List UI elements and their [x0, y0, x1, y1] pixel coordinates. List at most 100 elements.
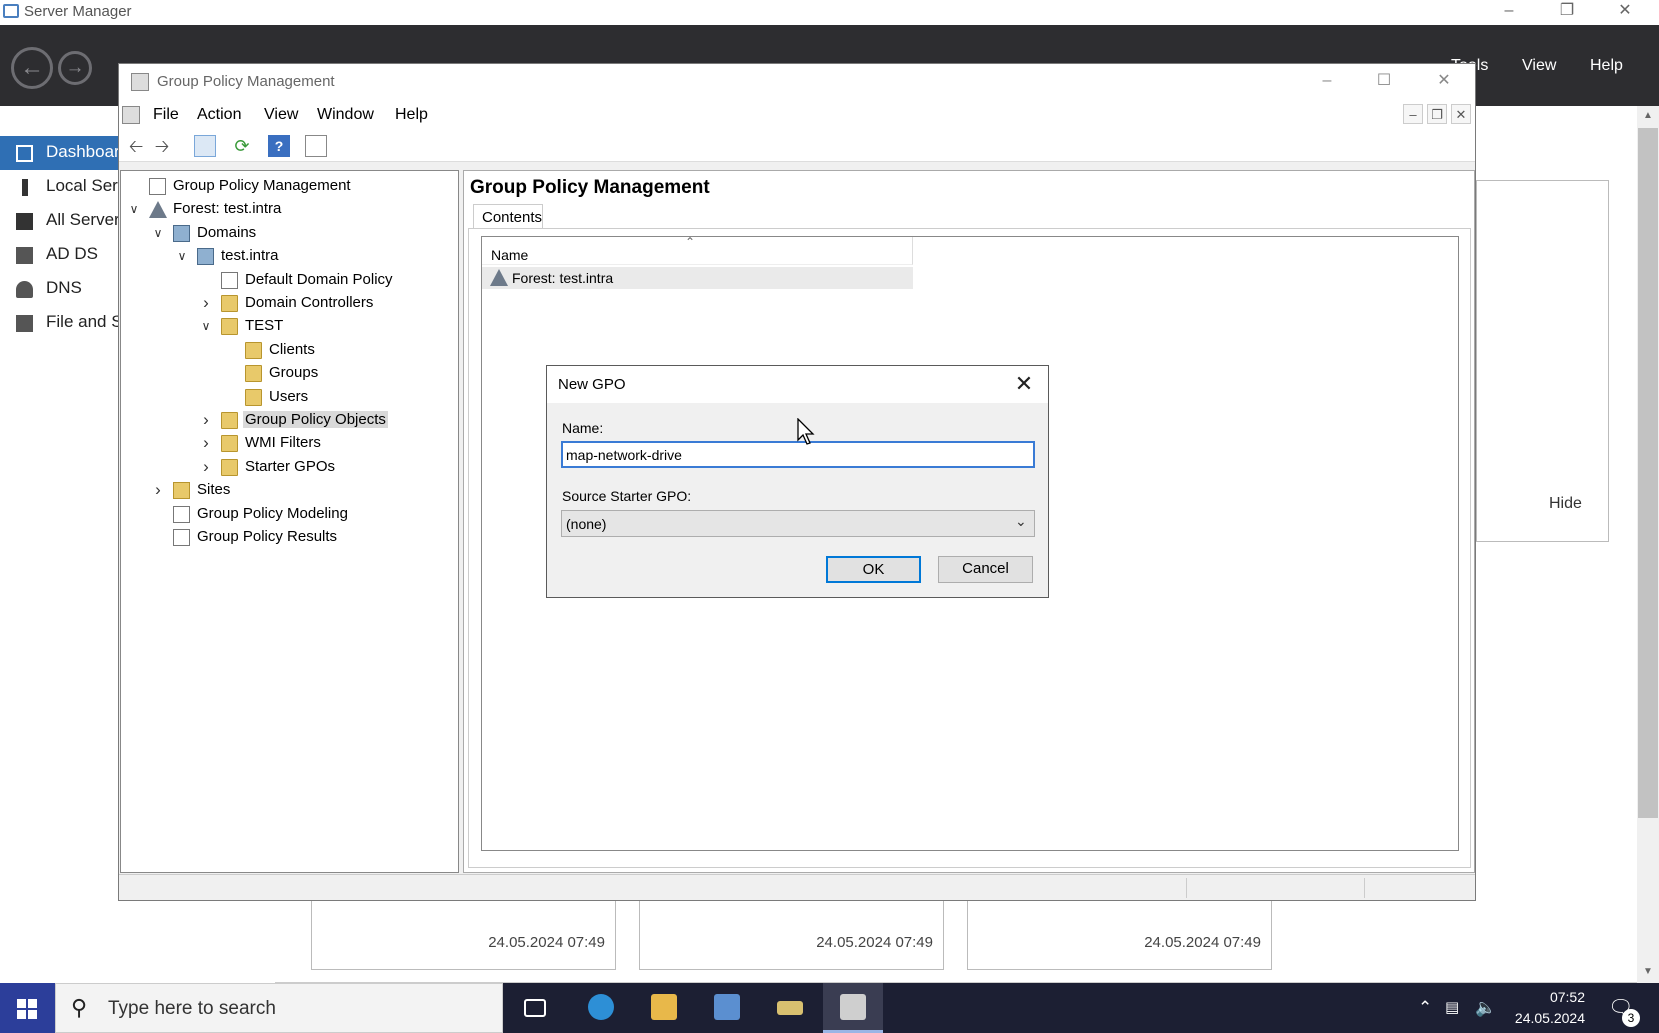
- content-title: Group Policy Management: [470, 177, 710, 198]
- tree-item-starter-gpos[interactable]: › Starter GPOs: [121, 456, 451, 479]
- tree-item-group-policy-modeling[interactable]: Group Policy Modeling: [121, 503, 451, 526]
- cancel-button[interactable]: Cancel: [938, 556, 1033, 583]
- tree-item-users[interactable]: Users: [121, 386, 451, 409]
- task-view-button[interactable]: [505, 983, 565, 1033]
- clock-time[interactable]: 07:52: [1497, 989, 1585, 1005]
- back-icon[interactable]: 🡠: [125, 135, 147, 157]
- tree-item-forest-test-intra[interactable]: ∨ Forest: test.intra: [121, 198, 451, 221]
- server-manager-scrollbar[interactable]: ▲ ▼: [1637, 106, 1659, 983]
- gpmc-window-title: Group Policy Management: [157, 73, 335, 90]
- selected-value: (none): [566, 516, 607, 532]
- menu-view[interactable]: View: [1522, 57, 1556, 75]
- chevron-right-icon[interactable]: ›: [151, 481, 165, 498]
- menu-view[interactable]: View: [264, 106, 298, 124]
- mouse-cursor-icon: [797, 418, 815, 445]
- menu-window[interactable]: Window: [317, 106, 374, 124]
- show-hide-console-tree-icon[interactable]: [194, 135, 216, 157]
- forward-icon[interactable]: →: [58, 51, 92, 85]
- chevron-right-icon[interactable]: ›: [199, 434, 213, 451]
- column-header-label: Name: [491, 247, 529, 263]
- chevron-right-icon[interactable]: ›: [199, 294, 213, 311]
- notification-badge: 3: [1622, 1009, 1640, 1027]
- scroll-up-icon[interactable]: ▲: [1643, 110, 1653, 121]
- server-manager-side-panel: [1476, 180, 1609, 542]
- chevron-down-icon[interactable]: ∨: [127, 202, 141, 216]
- child-restore-icon[interactable]: ❐: [1427, 104, 1447, 124]
- nav-dns[interactable]: DNS: [0, 272, 120, 306]
- close-icon[interactable]: ✕: [1602, 0, 1648, 25]
- console-tree[interactable]: Group Policy Management ∨ Forest: test.int…: [120, 170, 459, 873]
- back-icon[interactable]: ←: [11, 47, 53, 89]
- folder-icon: [651, 994, 677, 1020]
- start-button[interactable]: [0, 983, 55, 1033]
- tree-item-test-intra[interactable]: ∨ test.intra: [121, 245, 451, 268]
- tree-item-wmi-filters[interactable]: › WMI Filters: [121, 432, 451, 455]
- tree-item-domain-controllers[interactable]: › Domain Controllers: [121, 292, 451, 315]
- ok-button[interactable]: OK: [826, 556, 921, 583]
- chevron-down-icon[interactable]: ∨: [151, 226, 165, 240]
- chevron-up-icon[interactable]: ⌃: [1418, 998, 1432, 1018]
- menu-file[interactable]: File: [153, 106, 179, 124]
- tree-item-clients[interactable]: Clients: [121, 339, 451, 362]
- tree-item-label: Domain Controllers: [245, 294, 374, 311]
- tree-item-sites[interactable]: › Sites: [121, 479, 451, 502]
- gpmc-app-icon: [131, 73, 149, 91]
- minimize-icon[interactable]: –: [1486, 0, 1532, 25]
- tree-item-group-policy-objects[interactable]: › Group Policy Objects: [121, 409, 451, 432]
- chevron-right-icon[interactable]: ›: [199, 411, 213, 428]
- network-icon[interactable]: ▤: [1445, 998, 1459, 1016]
- volume-muted-icon[interactable]: 🔈: [1475, 998, 1496, 1018]
- server-manager-taskbar-button[interactable]: [697, 983, 757, 1033]
- gpmc-toolbar: 🡠 🡢 ⟳ ?: [119, 130, 1475, 162]
- menu-help[interactable]: Help: [1590, 57, 1623, 75]
- list-item[interactable]: Forest: test.intra: [482, 267, 913, 289]
- maximize-icon[interactable]: ☐: [1361, 70, 1407, 95]
- close-icon[interactable]: ✕: [1009, 370, 1039, 398]
- tree-item-groups[interactable]: Groups: [121, 362, 451, 385]
- tree-item-label: Domains: [197, 223, 257, 241]
- minimize-icon[interactable]: –: [1304, 70, 1350, 95]
- source-starter-gpo-select[interactable]: (none) ⌄: [561, 510, 1035, 537]
- clock-date[interactable]: 24.05.2024: [1497, 1010, 1585, 1026]
- server-manager-icon: [714, 994, 740, 1020]
- tree-item-default-domain-policy[interactable]: Default Domain Policy: [121, 269, 451, 292]
- tree-item-group-policy-management[interactable]: Group Policy Management: [121, 175, 451, 198]
- nav-dashboard[interactable]: Dashboard: [0, 136, 129, 170]
- tree-item-label: test.intra: [221, 247, 279, 265]
- restore-icon[interactable]: ❐: [1544, 0, 1590, 25]
- child-close-icon[interactable]: ✕: [1451, 104, 1471, 124]
- tools-taskbar-button[interactable]: [760, 983, 820, 1033]
- tree-item-group-policy-results[interactable]: Group Policy Results: [121, 526, 451, 549]
- nav-ad-ds[interactable]: AD DS: [0, 238, 120, 272]
- help-icon[interactable]: ?: [268, 135, 290, 157]
- column-header-name[interactable]: Name ⌃: [482, 235, 913, 265]
- nav-all-servers[interactable]: All Servers: [0, 204, 128, 238]
- chevron-right-icon[interactable]: ›: [199, 458, 213, 475]
- chevron-down-icon[interactable]: ∨: [199, 319, 213, 333]
- taskbar-search-box[interactable]: ⚲ Type here to search: [55, 983, 503, 1033]
- show-action-pane-icon[interactable]: [305, 135, 327, 157]
- gpmc-taskbar-button[interactable]: [823, 983, 883, 1033]
- hide-link[interactable]: Hide: [1549, 495, 1582, 513]
- refresh-icon[interactable]: ⟳: [231, 135, 253, 157]
- nav-file-storage[interactable]: File and Storage Services: [0, 306, 241, 340]
- child-minimize-icon[interactable]: –: [1403, 104, 1423, 124]
- menu-help[interactable]: Help: [395, 106, 428, 124]
- mmc-system-icon[interactable]: [122, 106, 140, 124]
- menu-action[interactable]: Action: [197, 106, 241, 124]
- edge-taskbar-button[interactable]: [571, 983, 631, 1033]
- nav-local-server[interactable]: Local Server: [0, 170, 141, 204]
- scroll-down-icon[interactable]: ▼: [1643, 966, 1653, 977]
- forward-icon[interactable]: 🡢: [151, 135, 173, 157]
- close-icon[interactable]: ✕: [1421, 70, 1467, 95]
- ou-icon: [221, 318, 238, 336]
- tree-item-test[interactable]: ∨ TEST: [121, 315, 451, 338]
- scrollbar-thumb[interactable]: [1638, 128, 1658, 818]
- file-explorer-taskbar-button[interactable]: [634, 983, 694, 1033]
- tab-contents[interactable]: Contents: [473, 204, 543, 229]
- tree-item-domains[interactable]: ∨ Domains: [121, 222, 451, 245]
- wmi-filters-icon: [221, 435, 238, 453]
- chevron-down-icon[interactable]: ∨: [175, 249, 189, 263]
